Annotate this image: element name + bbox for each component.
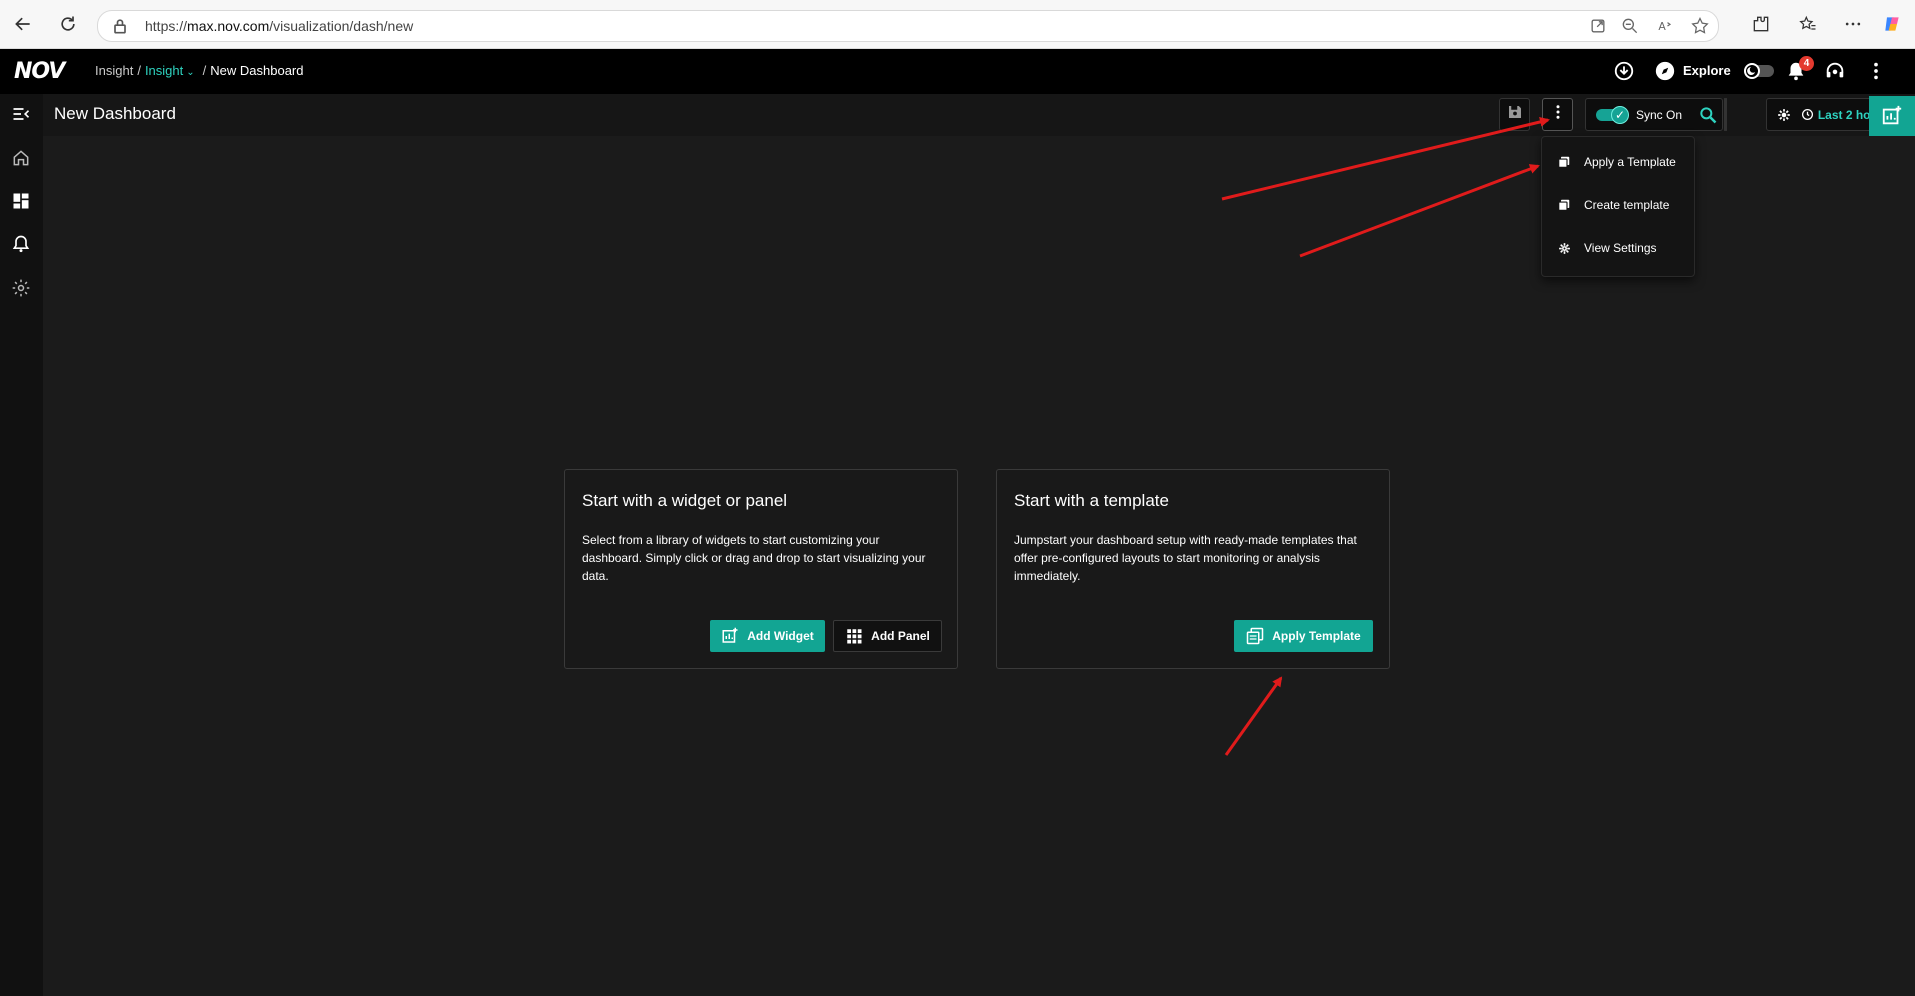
theme-toggle-icon[interactable] [1742, 59, 1776, 83]
spacer-90 [1725, 98, 1727, 131]
extensions-icon[interactable] [1749, 12, 1773, 36]
read-aloud-icon[interactable]: A [1653, 14, 1677, 38]
dashboard-toolbar: New Dashboard ✓ Sync On Last 2 hours [43, 94, 1915, 136]
menu-item-label: View Settings [1584, 241, 1657, 255]
sidebar-item-dashboard[interactable] [9, 189, 33, 213]
sidebar [0, 94, 43, 996]
card-title: Start with a widget or panel [582, 491, 788, 510]
notification-badge: 4 [1799, 56, 1814, 71]
more-menu-icon[interactable] [1841, 12, 1865, 36]
clock-icon [1801, 108, 1814, 121]
gear-icon [1556, 240, 1572, 256]
add-chart-icon [1881, 105, 1903, 127]
save-icon [1506, 103, 1524, 126]
breadcrumb: Insight / Insight ⌄ / New Dashboard [95, 63, 304, 78]
options-dropdown-menu: Apply a Template Create template View Se… [1541, 136, 1695, 277]
menu-item-apply-template[interactable]: Apply a Template [1542, 144, 1694, 180]
kebab-menu-icon [1549, 103, 1567, 126]
url-text: https://max.nov.com/visualization/dash/n… [145, 18, 414, 34]
add-widget-label: Add Widget [747, 629, 814, 643]
sidebar-item-alerts[interactable] [9, 232, 33, 256]
lock-icon [108, 14, 132, 38]
chevron-down-icon[interactable]: ⌄ [186, 67, 194, 78]
favorites-icon[interactable] [1796, 12, 1820, 36]
page-title: New Dashboard [54, 104, 176, 123]
sidebar-item-settings[interactable] [9, 276, 33, 300]
add-widget-button[interactable]: Add Widget [710, 620, 825, 652]
support-headset-icon[interactable] [1823, 59, 1847, 83]
template-card: Start with a template Jumpstart your das… [996, 469, 1390, 669]
sidebar-collapse-icon[interactable] [9, 102, 33, 126]
menu-item-create-template[interactable]: Create template [1542, 187, 1694, 223]
svg-text:A: A [1658, 20, 1666, 33]
gear-icon[interactable] [1777, 108, 1791, 122]
search-icon[interactable] [1698, 105, 1718, 125]
more-options-button[interactable] [1542, 98, 1573, 131]
template-icon [1246, 627, 1272, 645]
card-description: Select from a library of widgets to star… [582, 533, 926, 583]
add-widget-corner-button[interactable] [1869, 96, 1915, 136]
breadcrumb-item-dropdown[interactable]: Insight [145, 63, 183, 78]
save-button[interactable] [1499, 98, 1530, 131]
sync-toggle[interactable]: ✓ Sync On [1585, 98, 1723, 131]
sync-label: Sync On [1636, 107, 1683, 122]
apply-template-button[interactable]: Apply Template [1234, 620, 1373, 652]
annotation-arrow [1299, 164, 1540, 258]
menu-item-view-settings[interactable]: View Settings [1542, 230, 1694, 266]
card-title: Start with a template [1014, 491, 1169, 510]
template-icon [1556, 154, 1572, 170]
add-panel-button[interactable]: Add Panel [833, 620, 942, 652]
app-more-menu-icon[interactable] [1864, 59, 1888, 83]
template-icon [1556, 197, 1572, 213]
favorite-star-icon[interactable] [1688, 14, 1712, 38]
menu-item-label: Create template [1584, 198, 1670, 212]
open-in-app-icon[interactable] [1586, 14, 1610, 38]
browser-toolbar: https://max.nov.com/visualization/dash/n… [0, 0, 1915, 49]
sidebar-item-home[interactable] [9, 146, 33, 170]
nov-logo[interactable]: NOV [14, 59, 65, 84]
app-header: NOV Insight / Insight ⌄ / New Dashboard Explo… [0, 49, 1915, 94]
back-icon[interactable] [11, 12, 35, 36]
check-icon: ✓ [1611, 105, 1629, 124]
add-panel-label: Add Panel [871, 629, 930, 643]
apply-template-label: Apply Template [1272, 629, 1361, 643]
annotation-arrow [1224, 676, 1283, 756]
explore-compass-icon[interactable] [1653, 59, 1677, 83]
zoom-icon[interactable] [1618, 14, 1642, 38]
download-icon[interactable] [1612, 59, 1636, 83]
breadcrumb-item[interactable]: Insight [95, 63, 133, 78]
breadcrumb-current: New Dashboard [210, 63, 304, 78]
widget-panel-card: Start with a widget or panel Select from… [564, 469, 958, 669]
address-bar[interactable]: https://max.nov.com/visualization/dash/n… [97, 10, 1719, 42]
menu-item-label: Apply a Template [1584, 155, 1676, 169]
card-description: Jumpstart your dashboard setup with read… [1014, 533, 1357, 583]
grid-icon [845, 627, 871, 645]
toggle-switch[interactable]: ✓ [1596, 105, 1629, 124]
explore-link[interactable]: Explore [1683, 63, 1731, 78]
refresh-icon[interactable] [56, 12, 80, 36]
copilot-icon[interactable] [1880, 12, 1904, 36]
add-chart-icon [721, 627, 747, 645]
